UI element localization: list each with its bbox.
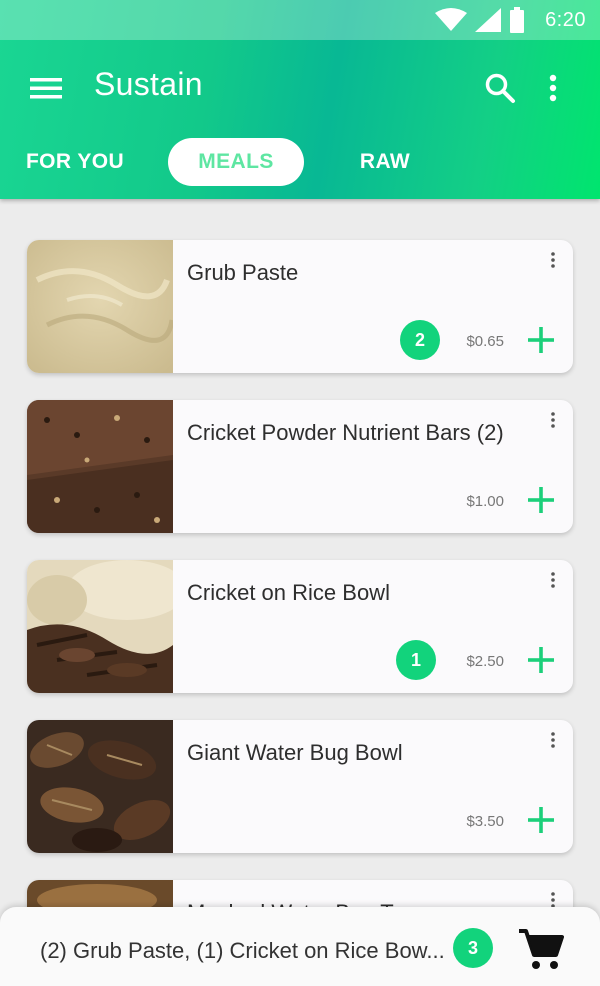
meal-card-grub-paste[interactable]: Grub Paste 2 $0.65 xyxy=(27,240,573,373)
add-icon[interactable] xyxy=(527,486,555,514)
battery-icon xyxy=(510,7,525,33)
meal-card-cricket-bars[interactable]: Cricket Powder Nutrient Bars (2) $1.00 xyxy=(27,400,573,533)
more-vert-icon[interactable] xyxy=(543,412,563,430)
status-time: 6:20 xyxy=(545,8,586,31)
tab-meals[interactable]: MEALS xyxy=(168,138,304,186)
meal-price: $3.50 xyxy=(466,813,504,830)
add-icon[interactable] xyxy=(527,646,555,674)
cricket-bars-image xyxy=(27,400,173,533)
meal-price: $0.65 xyxy=(466,333,504,350)
water-bug-bowl-image xyxy=(27,720,173,853)
meal-price: $2.50 xyxy=(466,653,504,670)
tab-raw[interactable]: RAW xyxy=(338,138,432,186)
add-icon[interactable] xyxy=(527,326,555,354)
meal-card-water-bug-bowl[interactable]: Giant Water Bug Bowl $3.50 xyxy=(27,720,573,853)
grub-paste-image xyxy=(27,240,173,373)
cell-signal-icon xyxy=(475,8,502,32)
cricket-rice-image xyxy=(27,560,173,693)
meal-title: Grub Paste xyxy=(187,260,299,285)
meal-title: Giant Water Bug Bowl xyxy=(187,740,403,765)
meal-title: Cricket on Rice Bowl xyxy=(187,580,390,605)
status-bar: 6:20 xyxy=(0,0,600,40)
app-title: Sustain xyxy=(94,66,203,102)
quantity-badge: 2 xyxy=(400,320,440,360)
search-icon[interactable] xyxy=(480,68,520,108)
app-header: 6:20 Sustain FOR YOU MEALS RAW xyxy=(0,0,600,199)
more-vert-icon[interactable] xyxy=(543,572,563,590)
add-icon[interactable] xyxy=(527,806,555,834)
quantity-badge: 1 xyxy=(396,640,436,680)
category-tabs: FOR YOU MEALS RAW xyxy=(0,138,600,188)
cart-summary: (2) Grub Paste, (1) Cricket on Rice Bow.… xyxy=(40,938,445,963)
meal-title: Cricket Powder Nutrient Bars (2) xyxy=(187,420,504,445)
more-vert-icon[interactable] xyxy=(538,68,568,108)
meal-card-cricket-rice[interactable]: Cricket on Rice Bowl 1 $2.50 xyxy=(27,560,573,693)
cart-count-badge: 3 xyxy=(453,928,493,968)
more-vert-icon[interactable] xyxy=(543,732,563,750)
meal-price: $1.00 xyxy=(466,493,504,510)
cart-icon[interactable] xyxy=(518,927,564,971)
more-vert-icon[interactable] xyxy=(543,252,563,270)
tab-for-you[interactable]: FOR YOU xyxy=(14,138,136,186)
menu-icon[interactable] xyxy=(28,70,64,106)
wifi-icon xyxy=(435,8,468,31)
cart-bar[interactable]: (2) Grub Paste, (1) Cricket on Rice Bow.… xyxy=(0,907,600,986)
